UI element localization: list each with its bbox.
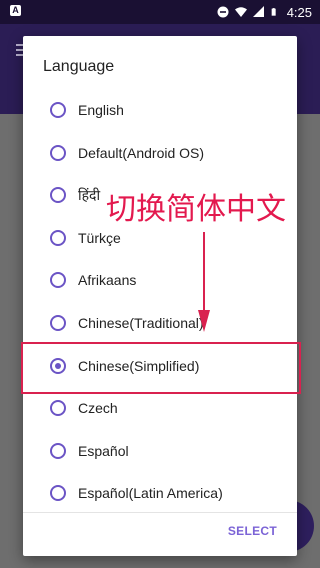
- annotation-arrow: [198, 232, 210, 332]
